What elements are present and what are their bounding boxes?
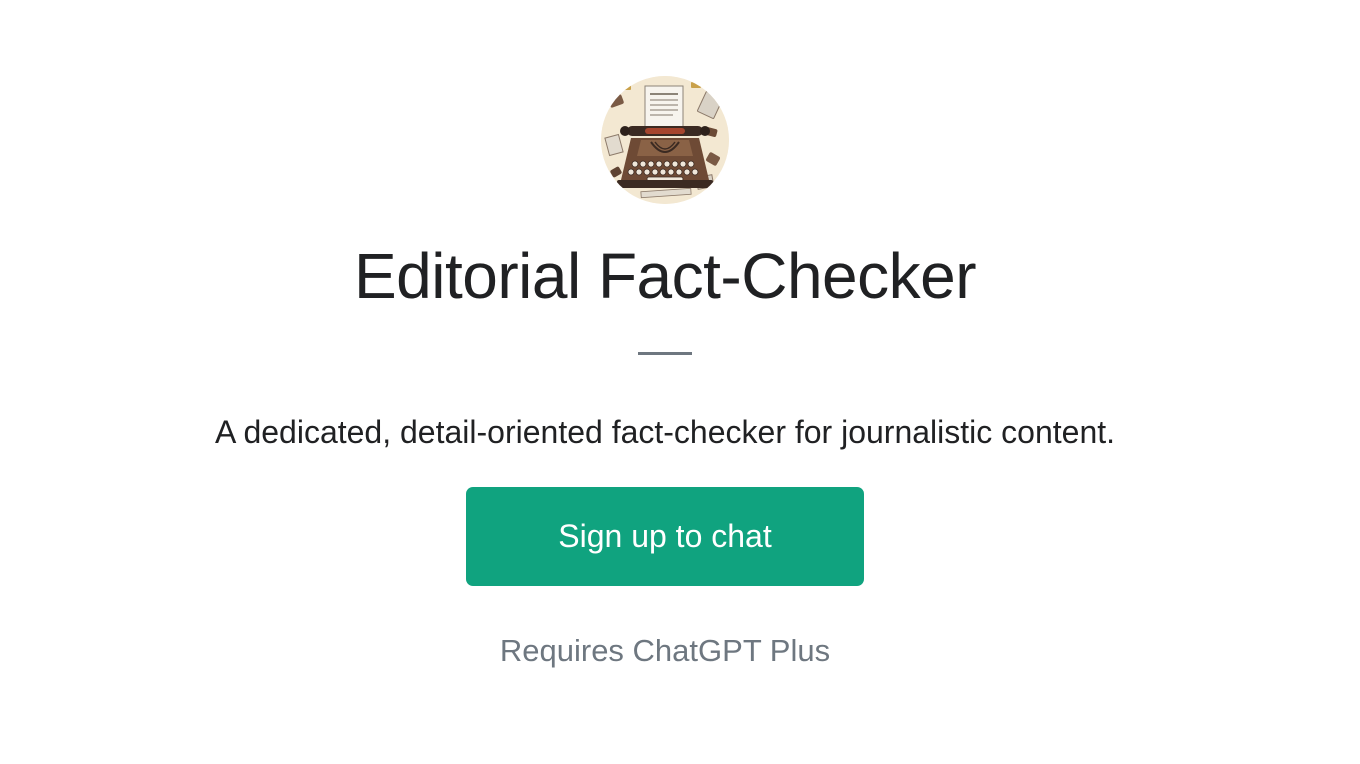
signup-button[interactable]: Sign up to chat <box>466 487 864 586</box>
gpt-title: Editorial Fact-Checker <box>353 240 977 312</box>
gpt-description: A dedicated, detail-oriented fact-checke… <box>214 414 1116 450</box>
title-divider <box>638 352 692 355</box>
typewriter-icon <box>601 76 729 204</box>
plan-requirement-note: Requires ChatGPT Plus <box>499 633 831 668</box>
gpt-landing-page: Editorial Fact-Checker A dedicated, deta… <box>0 0 1360 764</box>
